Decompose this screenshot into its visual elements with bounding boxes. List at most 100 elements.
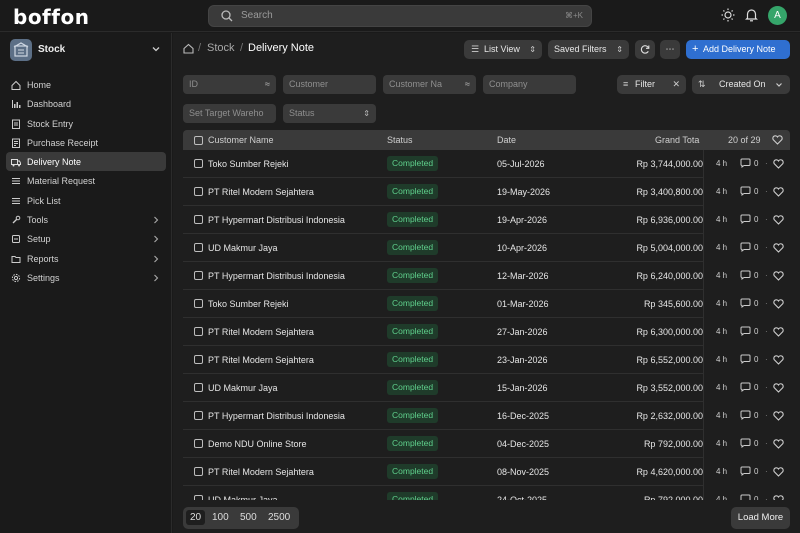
table-row[interactable]: PT Ritel Modern Sejahtera Completed 23-Jan… <box>183 346 790 374</box>
sidebar-item-delivery-note[interactable]: Delivery Note <box>6 152 166 172</box>
row-checkbox[interactable] <box>194 271 203 280</box>
sidebar-item-tools[interactable]: Tools <box>6 210 166 229</box>
page-size-2500[interactable]: 2500 <box>268 512 290 523</box>
table-row[interactable]: PT Ritel Modern Sejahtera Completed 27-Jan… <box>183 318 790 346</box>
table-row[interactable]: PT Hypermart Distribusi Indonesia Complet… <box>183 262 790 290</box>
comment-icon[interactable] <box>740 158 751 168</box>
target-warehouse-filter[interactable]: Set Target Wareho <box>183 104 276 123</box>
table-row[interactable]: PT Hypermart Distribusi Indonesia Complet… <box>183 206 790 234</box>
sidebar-item-home[interactable]: Home <box>6 75 166 94</box>
page-size-20[interactable]: 20 <box>186 510 206 525</box>
table-row[interactable]: UD Makmur Jaya Completed 24-Oct-2025 Rp 792… <box>183 486 790 500</box>
table-row[interactable]: PT Hypermart Distribusi Indonesia Complet… <box>183 402 790 430</box>
sort-button[interactable]: ⇅ Created On <box>692 75 790 94</box>
row-checkbox[interactable] <box>194 243 203 252</box>
sidebar-item-pick-list[interactable]: Pick List <box>6 191 166 210</box>
comment-icon[interactable] <box>740 354 751 364</box>
sidebar-item-setup[interactable]: Setup <box>6 229 166 248</box>
row-checkbox[interactable] <box>194 467 203 476</box>
heart-icon[interactable] <box>773 159 784 169</box>
page-size-500[interactable]: 500 <box>240 512 257 523</box>
heart-icon[interactable] <box>773 439 784 449</box>
heart-icon[interactable] <box>773 271 784 281</box>
row-checkbox[interactable] <box>194 159 203 168</box>
heart-icon[interactable] <box>773 411 784 421</box>
saved-filters-button[interactable]: Saved Filters ⇕ <box>548 40 629 59</box>
heart-icon[interactable] <box>773 243 784 253</box>
comment-icon[interactable] <box>740 382 751 392</box>
customer-name-cell[interactable]: UD Makmur Jaya <box>208 495 278 500</box>
heart-icon[interactable] <box>773 327 784 337</box>
customer-name-cell[interactable]: PT Hypermart Distribusi Indonesia <box>208 215 345 225</box>
table-row[interactable]: PT Ritel Modern Sejahtera Completed 08-Nov… <box>183 458 790 486</box>
sidebar-item-dashboard[interactable]: Dashboard <box>6 94 166 113</box>
company-filter[interactable]: Company <box>483 75 576 94</box>
id-filter[interactable]: ID ≈ <box>183 75 276 94</box>
add-delivery-note-button[interactable]: + Add Delivery Note <box>686 40 790 59</box>
workspace-switcher[interactable]: Stock <box>10 38 164 62</box>
comment-icon[interactable] <box>740 438 751 448</box>
customer-name-cell[interactable]: PT Ritel Modern Sejahtera <box>208 355 314 365</box>
row-checkbox[interactable] <box>194 439 203 448</box>
comment-icon[interactable] <box>740 326 751 336</box>
customer-filter[interactable]: Customer <box>283 75 376 94</box>
header-customer-name[interactable]: Customer Name <box>208 135 274 145</box>
close-icon[interactable]: ✕ <box>672 75 680 94</box>
table-row[interactable]: UD Makmur Jaya Completed 15-Jan-2026 Rp 3,5… <box>183 374 790 402</box>
sidebar-item-material-request[interactable]: Material Request <box>6 171 166 190</box>
bell-icon[interactable] <box>745 8 758 22</box>
select-all-checkbox[interactable] <box>194 136 203 145</box>
row-checkbox[interactable] <box>194 355 203 364</box>
avatar[interactable]: A <box>768 6 787 25</box>
header-status[interactable]: Status <box>387 135 413 145</box>
row-checkbox[interactable] <box>194 187 203 196</box>
status-filter[interactable]: Status ⇕ <box>283 104 376 123</box>
row-checkbox[interactable] <box>194 327 203 336</box>
comment-icon[interactable] <box>740 466 751 476</box>
customer-name-cell[interactable]: Toko Sumber Rejeki <box>208 299 289 309</box>
heart-icon[interactable] <box>773 215 784 225</box>
heart-icon[interactable] <box>773 467 784 477</box>
table-row[interactable]: UD Makmur Jaya Completed 10-Apr-2026 Rp 5,0… <box>183 234 790 262</box>
heart-icon[interactable] <box>773 299 784 309</box>
row-checkbox[interactable] <box>194 383 203 392</box>
row-checkbox[interactable] <box>194 495 203 500</box>
row-checkbox[interactable] <box>194 411 203 420</box>
sidebar-item-reports[interactable]: Reports <box>6 249 166 268</box>
customer-name-cell[interactable]: PT Ritel Modern Sejahtera <box>208 187 314 197</box>
heart-icon[interactable] <box>773 355 784 365</box>
customer-name-cell[interactable]: PT Hypermart Distribusi Indonesia <box>208 411 345 421</box>
row-checkbox[interactable] <box>194 215 203 224</box>
customer-name-cell[interactable]: UD Makmur Jaya <box>208 243 278 253</box>
customer-name-cell[interactable]: Toko Sumber Rejeki <box>208 159 289 169</box>
sidebar-item-settings[interactable]: Settings <box>6 268 166 287</box>
table-row[interactable]: Toko Sumber Rejeki Completed 05-Jul-2026 Rp… <box>183 150 790 178</box>
customer-name-cell[interactable]: UD Makmur Jaya <box>208 383 278 393</box>
comment-icon[interactable] <box>740 298 751 308</box>
customer-name-cell[interactable]: PT Hypermart Distribusi Indonesia <box>208 271 345 281</box>
breadcrumb-stock[interactable]: Stock <box>207 42 235 54</box>
table-row[interactable]: Demo NDU Online Store Completed 04-Dec-202… <box>183 430 790 458</box>
customer-name-filter[interactable]: Customer Na ≈ <box>383 75 476 94</box>
heart-icon[interactable] <box>773 187 784 197</box>
row-checkbox[interactable] <box>194 299 203 308</box>
comment-icon[interactable] <box>740 214 751 224</box>
header-date[interactable]: Date <box>497 135 516 145</box>
heart-icon[interactable] <box>773 383 784 393</box>
comment-icon[interactable] <box>740 186 751 196</box>
search-input[interactable]: Search ⌘+K <box>208 5 592 27</box>
filter-button[interactable]: ≡ Filter ✕ <box>617 75 686 94</box>
heart-icon[interactable] <box>773 495 784 500</box>
customer-name-cell[interactable]: PT Ritel Modern Sejahtera <box>208 327 314 337</box>
customer-name-cell[interactable]: PT Ritel Modern Sejahtera <box>208 467 314 477</box>
sidebar-item-stock-entry[interactable]: Stock Entry <box>6 114 166 133</box>
comment-icon[interactable] <box>740 242 751 252</box>
list-view-button[interactable]: ☰ List View ⇕ <box>464 40 542 59</box>
header-grand-total[interactable]: Grand Tota <box>655 135 699 145</box>
comment-icon[interactable] <box>740 270 751 280</box>
comment-icon[interactable] <box>740 410 751 420</box>
home-icon[interactable] <box>183 43 194 54</box>
heart-icon[interactable] <box>772 135 783 145</box>
comment-icon[interactable] <box>740 494 751 500</box>
app-logo[interactable]: boffon <box>13 5 89 29</box>
